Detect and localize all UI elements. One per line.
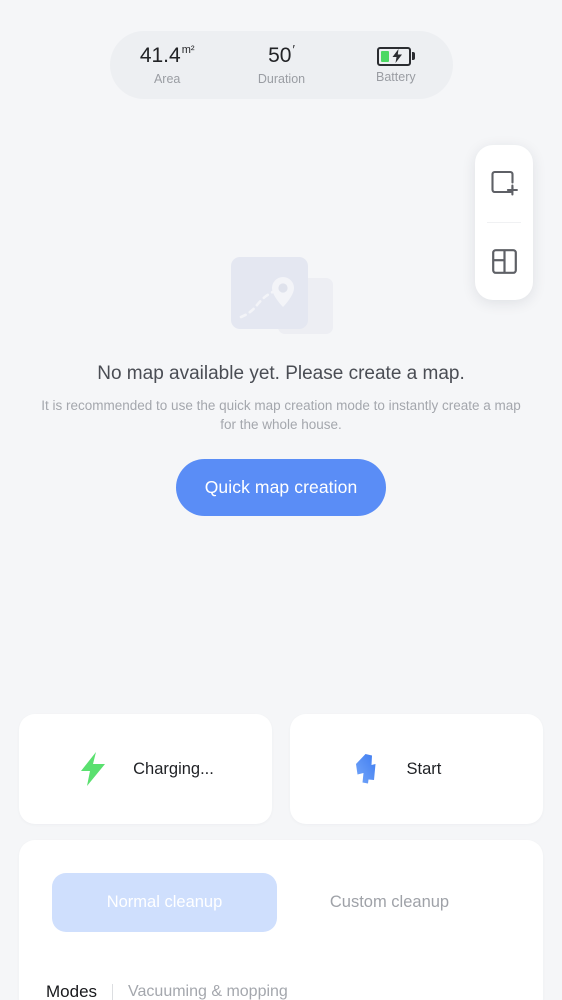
stat-battery-value-group	[376, 46, 415, 66]
stat-area-value: 41.4	[139, 44, 181, 67]
quick-map-creation-button[interactable]: Quick map creation	[176, 459, 386, 516]
charging-status-card[interactable]: Charging...	[19, 714, 272, 824]
cleanup-settings-panel: Normal cleanup Custom cleanup	[19, 840, 543, 1000]
charging-bolt-icon	[392, 49, 402, 63]
lightning-bolt-icon	[77, 751, 109, 787]
modes-separator	[112, 983, 114, 1000]
modes-row[interactable]: Modes Vacuuming & mopping	[46, 982, 288, 1000]
stat-duration-label: Duration	[257, 72, 306, 86]
stats-summary-pill: 41.4 m² Area 50 ′ Duration Battery	[110, 31, 453, 99]
battery-cap	[411, 52, 415, 60]
add-map-button[interactable]	[475, 145, 533, 222]
map-tools-toolbar	[475, 145, 533, 300]
empty-state-title: No map available yet. Please create a ma…	[97, 363, 465, 384]
start-cleaning-card[interactable]: Start	[290, 714, 543, 824]
stat-battery-label: Battery	[376, 69, 416, 84]
empty-state-description: It is recommended to use the quick map c…	[41, 398, 521, 432]
stat-battery: Battery	[339, 46, 453, 84]
start-cleaning-label: Start	[406, 759, 442, 778]
add-map-icon	[491, 170, 518, 196]
stat-duration-value-group: 50 ′	[268, 42, 295, 68]
charging-status-label: Charging...	[133, 759, 214, 778]
tab-custom-cleanup[interactable]: Custom cleanup	[277, 873, 502, 932]
battery-fill	[380, 50, 390, 62]
map-placeholder-icon	[231, 255, 333, 345]
stat-duration-value: 50	[268, 44, 292, 67]
cleanup-mode-tabs: Normal cleanup Custom cleanup	[52, 873, 512, 932]
stat-area-value-group: 41.4 m²	[140, 44, 195, 68]
map-layout-icon	[491, 249, 517, 274]
modes-value: Vacuuming & mopping	[128, 983, 288, 1000]
stat-area: 41.4 m² Area	[110, 44, 224, 86]
map-layout-button[interactable]	[475, 223, 533, 300]
action-cards-row: Charging... Start	[19, 714, 543, 824]
start-clean-icon	[351, 751, 383, 787]
stat-area-label: Area	[153, 72, 181, 86]
stat-area-unit: m²	[181, 44, 195, 56]
stat-duration-unit: ′	[292, 42, 295, 57]
modes-label: Modes	[46, 982, 98, 1000]
tab-normal-cleanup[interactable]: Normal cleanup	[52, 873, 277, 932]
stat-duration: 50 ′ Duration	[224, 42, 338, 86]
battery-charging-icon	[376, 46, 415, 66]
